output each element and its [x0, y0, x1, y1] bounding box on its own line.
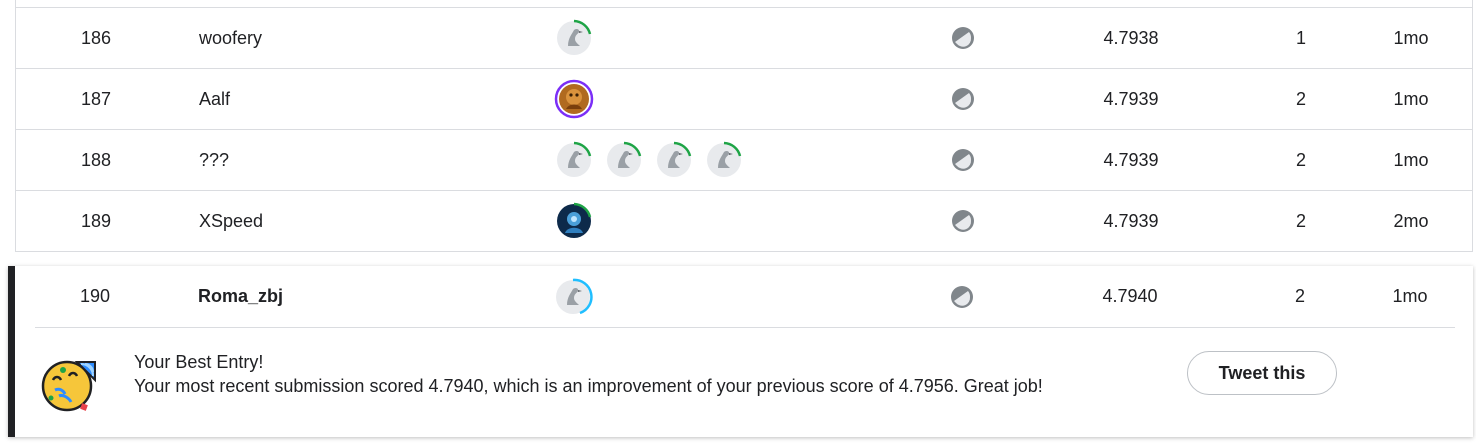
- last-submission-cell: 1mo: [1393, 88, 1429, 109]
- user-avatar-icon[interactable]: [554, 79, 594, 119]
- goose-avatar-icon[interactable]: [553, 277, 593, 317]
- last-submission-cell: 1mo: [1392, 286, 1428, 306]
- team-name-link[interactable]: Aalf: [199, 69, 230, 129]
- entries-cell: 2: [1295, 210, 1306, 231]
- code-cell[interactable]: [933, 8, 993, 68]
- rank-cell: 187: [80, 88, 112, 109]
- score-cell: 4.7939: [1103, 210, 1159, 231]
- team-name-link[interactable]: woofery: [199, 8, 262, 68]
- tweet-this-button[interactable]: Tweet this: [1187, 351, 1337, 395]
- code-cell[interactable]: [933, 69, 993, 129]
- rank-cell: 190: [79, 286, 111, 306]
- table-row: 187 Aalf 4.7939 2 1mo: [16, 68, 1472, 129]
- last-submission-cell: 1mo: [1393, 27, 1429, 48]
- team-members: [554, 8, 594, 68]
- rank-cell: 186: [80, 27, 112, 48]
- goose-avatar-icon[interactable]: [704, 140, 744, 180]
- code-compare-icon[interactable]: [951, 209, 975, 233]
- team-members: [554, 69, 594, 129]
- team-name-link[interactable]: XSpeed: [199, 191, 263, 251]
- table-row: 189 XSpeed 4.7939 2 2mo: [16, 190, 1472, 251]
- best-entry-message: Your most recent submission scored 4.794…: [134, 376, 1043, 396]
- best-entry-title: Your Best Entry!: [134, 352, 264, 372]
- entries-cell: 2: [1294, 286, 1305, 306]
- last-submission-cell: 2mo: [1393, 210, 1429, 231]
- code-compare-icon[interactable]: [951, 148, 975, 172]
- score-cell: 4.7938: [1103, 27, 1159, 48]
- entries-cell: 2: [1295, 88, 1306, 109]
- table-row: 188 ??? 4.7939 2 1mo: [16, 129, 1472, 190]
- rank-cell: 189: [80, 210, 112, 231]
- team-name-link[interactable]: Roma_zbj: [198, 266, 283, 327]
- code-compare-icon[interactable]: [951, 87, 975, 111]
- rank-cell: 188: [80, 149, 112, 170]
- score-cell: 4.7940: [1102, 286, 1158, 306]
- my-entry-row: 190 Roma_zbj 4.7940 2 1mo: [15, 266, 1473, 327]
- party-face-icon: [41, 360, 96, 412]
- best-entry-card: 190 Roma_zbj 4.7940 2 1mo Your Best Entr…: [8, 266, 1473, 437]
- goose-avatar-icon[interactable]: [554, 18, 594, 58]
- divider: [35, 327, 1455, 328]
- last-submission-cell: 1mo: [1393, 149, 1429, 170]
- entries-cell: 1: [1295, 27, 1306, 48]
- code-compare-icon[interactable]: [950, 285, 974, 309]
- user-avatar-icon[interactable]: [554, 201, 594, 241]
- code-cell[interactable]: [932, 266, 992, 327]
- team-name-link[interactable]: ???: [199, 130, 229, 190]
- team-members: [554, 130, 744, 190]
- goose-avatar-icon[interactable]: [654, 140, 694, 180]
- leaderboard-table: 186 woofery 4.7938 1 1mo 187 Aalf 4.7939…: [15, 0, 1473, 252]
- code-cell[interactable]: [933, 191, 993, 251]
- code-compare-icon[interactable]: [951, 26, 975, 50]
- score-cell: 4.7939: [1103, 88, 1159, 109]
- team-members: [553, 266, 593, 327]
- goose-avatar-icon[interactable]: [604, 140, 644, 180]
- score-cell: 4.7939: [1103, 149, 1159, 170]
- entries-cell: 2: [1295, 149, 1306, 170]
- team-members: [554, 191, 594, 251]
- table-row: 186 woofery 4.7938 1 1mo: [16, 7, 1472, 68]
- code-cell[interactable]: [933, 130, 993, 190]
- goose-avatar-icon[interactable]: [554, 140, 594, 180]
